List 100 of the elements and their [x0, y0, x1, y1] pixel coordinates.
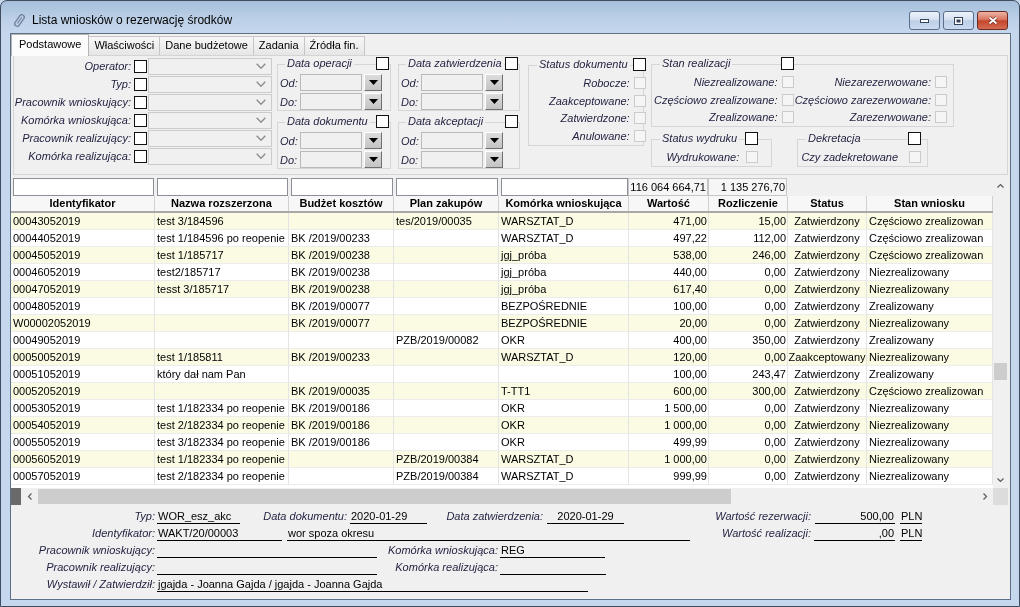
option-label: Zatwierdzone: [560, 111, 630, 126]
column-header[interactable]: Komórka wnioskująca [499, 196, 629, 211]
field-value: wor spoza okresu [287, 526, 690, 541]
checkbox[interactable] [780, 56, 794, 70]
group-title: Data zatwierdzenia [406, 56, 504, 70]
checkbox[interactable] [632, 57, 646, 71]
tab[interactable]: Zadania [252, 36, 305, 55]
chevron-right-icon [982, 493, 987, 500]
chevron-down-icon [256, 63, 266, 69]
checkbox[interactable] [376, 114, 389, 128]
filter-input[interactable] [13, 178, 154, 196]
scroll-thumb[interactable] [38, 489, 731, 504]
tab[interactable]: Dane budżetowe [159, 36, 254, 55]
chevron-up-icon [997, 183, 1004, 188]
date-picker-button[interactable] [485, 151, 503, 168]
field-label: Wystawił / Zatwierdził: [46, 577, 155, 592]
column-header[interactable]: Status [788, 196, 867, 211]
option-label: Częściowo zrealizowane: [654, 92, 778, 107]
column-header[interactable]: Nazwa rozszerzona [155, 196, 289, 211]
triangle-down-icon [489, 80, 499, 85]
maximize-icon [954, 16, 963, 25]
currency-label: PLN [900, 526, 922, 541]
checkbox[interactable] [505, 56, 518, 70]
field-label: Data dokumentu: [263, 509, 347, 524]
checkbox[interactable] [505, 114, 518, 128]
filter-label: Komórka wnioskująca: [20, 113, 131, 127]
filter-label: Do: [401, 152, 420, 167]
option-label: Zarezerwowane: [849, 110, 931, 125]
field-value: WOR_esz_akc [157, 509, 240, 524]
checkbox[interactable] [376, 56, 389, 70]
chevron-left-icon [27, 493, 32, 500]
field-label: Pracownik wnioskujący: [38, 543, 155, 558]
filter-label: Od: [280, 75, 299, 90]
triangle-down-icon [368, 99, 378, 104]
triangle-down-icon [368, 157, 378, 162]
minimize-icon [920, 18, 929, 23]
table-cell: Zatwierdzony [788, 468, 867, 485]
filter-input[interactable] [501, 178, 628, 196]
column-header[interactable]: Identyfikator [11, 196, 155, 211]
column-header[interactable]: Budżet kosztów [289, 196, 394, 211]
chevron-down-icon [256, 81, 266, 87]
column-header[interactable]: Rozliczenie [709, 196, 788, 211]
option-label: Czy zadekretowane [801, 149, 898, 164]
date-picker-button[interactable] [364, 151, 382, 168]
date-picker-button[interactable] [364, 132, 382, 149]
triangle-down-icon [489, 99, 499, 104]
tab[interactable]: Właściwości [88, 36, 161, 55]
group-title: Data akceptacji [406, 114, 486, 128]
field-value: 2020-01-29 [547, 509, 624, 524]
option-label: Wydrukowane: [666, 149, 740, 164]
filter-input[interactable] [157, 178, 288, 196]
date-picker-button[interactable] [485, 132, 503, 149]
tab[interactable]: Źródła fin. [303, 36, 365, 55]
triangle-down-icon [368, 80, 378, 85]
column-total: 1 135 276,70 [708, 178, 787, 196]
option-label: Robocze: [583, 75, 630, 90]
checkbox[interactable] [745, 131, 759, 145]
column-header[interactable]: Wartość [629, 196, 709, 211]
table-cell: WARSZTAT_D [499, 468, 629, 485]
table-cell: PZB/2019/00384 [394, 468, 499, 485]
scroll-thumb[interactable] [994, 363, 1007, 380]
minimize-button[interactable] [909, 11, 940, 30]
chevron-down-icon [256, 153, 266, 159]
column-total: 116 064 664,71 [628, 178, 708, 196]
window-title: Lista wniosków o rezerwację środków [32, 13, 233, 28]
date-picker-button[interactable] [485, 74, 503, 91]
group-title: Data operacji [285, 56, 354, 70]
field-label: Komórka realizująca: [395, 560, 498, 575]
scrollbar-corner [993, 488, 1008, 505]
maximize-button[interactable] [943, 11, 974, 30]
column-header[interactable]: Plan zakupów [394, 196, 499, 211]
paperclip-icon [13, 13, 26, 28]
chevron-down-icon [256, 135, 266, 141]
close-button[interactable] [977, 11, 1008, 30]
group-title: Stan realizacji [660, 56, 733, 70]
splitter-handle[interactable] [11, 488, 21, 505]
currency-label: PLN [900, 509, 922, 524]
field-label: Typ: [134, 509, 155, 524]
triangle-down-icon [368, 138, 378, 143]
group-title: Status wydruku [660, 131, 740, 146]
date-picker-button[interactable] [364, 74, 382, 91]
field-label: Wartość realizacji: [721, 526, 811, 541]
table-cell: 0,00 [709, 468, 788, 485]
close-icon [987, 16, 998, 25]
field-label: Komórka wnioskująca: [387, 543, 498, 558]
filter-input[interactable] [291, 178, 393, 196]
filter-label: Od: [280, 133, 299, 148]
option-label: Zaakceptowane: [548, 93, 630, 108]
checkbox[interactable] [908, 131, 921, 145]
tab[interactable]: Podstawowe [11, 34, 90, 56]
option-label: Niezrealizowane: [693, 74, 778, 89]
filter-label: Od: [401, 75, 420, 90]
group-title: Data dokumentu [285, 114, 370, 128]
chevron-down-icon [997, 477, 1004, 482]
filter-input[interactable] [396, 178, 498, 196]
field-label: Data zatwierdzenia: [446, 509, 543, 524]
date-picker-button[interactable] [364, 93, 382, 110]
filter-label: Do: [280, 152, 299, 167]
date-picker-button[interactable] [485, 93, 503, 110]
option-label: Niezarezerwowane: [834, 74, 931, 89]
